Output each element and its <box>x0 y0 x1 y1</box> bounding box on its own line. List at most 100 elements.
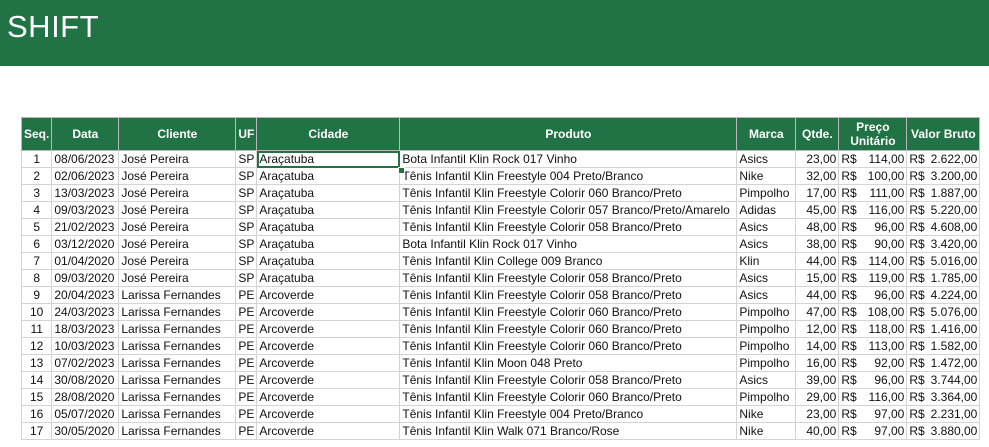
cell-cliente[interactable]: Larissa Fernandes <box>118 303 237 321</box>
cell-seq[interactable]: 6 <box>20 235 53 253</box>
cell-cidade[interactable]: Araçatuba <box>256 218 401 236</box>
cell-valor-bruto[interactable]: R$ 3.880,00 <box>906 422 981 440</box>
cell-uf[interactable]: PE <box>235 371 258 389</box>
cell-marca[interactable]: Asics <box>736 150 797 168</box>
cell-cidade[interactable]: Arcoverde <box>256 286 401 304</box>
cell-cidade[interactable]: Araçatuba <box>256 235 401 253</box>
cell-cliente[interactable]: Larissa Fernandes <box>118 286 237 304</box>
cell-data[interactable]: 05/07/2020 <box>51 405 120 423</box>
cell-cidade[interactable]: Arcoverde <box>256 320 401 338</box>
cell-uf[interactable]: PE <box>235 286 258 304</box>
cell-preco-unitario[interactable]: R$ 114,00 <box>838 150 908 168</box>
cell-cidade[interactable]: Arcoverde <box>256 371 401 389</box>
cell-qtde[interactable]: 32,00 <box>795 167 840 185</box>
cell-preco-unitario[interactable]: R$ 97,00 <box>838 422 908 440</box>
cell-cliente[interactable]: Larissa Fernandes <box>118 337 237 355</box>
cell-produto[interactable]: Tênis Infantil Klin Moon 048 Preto <box>399 354 738 372</box>
cell-cliente[interactable]: Larissa Fernandes <box>118 388 237 406</box>
cell-seq[interactable]: 2 <box>20 167 53 185</box>
cell-uf[interactable]: PE <box>235 422 258 440</box>
cell-marca[interactable]: Asics <box>736 269 797 287</box>
cell-cliente[interactable]: Larissa Fernandes <box>118 405 237 423</box>
cell-data[interactable]: 18/03/2023 <box>51 320 120 338</box>
cell-uf[interactable]: SP <box>235 167 258 185</box>
cell-preco-unitario[interactable]: R$ 116,00 <box>838 388 908 406</box>
cell-cidade[interactable]: Arcoverde <box>256 354 401 372</box>
cell-data[interactable]: 08/06/2023 <box>51 150 120 168</box>
cell-data[interactable]: 13/03/2023 <box>51 184 120 202</box>
cell-cliente[interactable]: José Pereira <box>118 269 237 287</box>
cell-valor-bruto[interactable]: R$ 3.364,00 <box>906 388 981 406</box>
cell-qtde[interactable]: 48,00 <box>795 218 840 236</box>
cell-seq[interactable]: 15 <box>20 388 53 406</box>
column-header-cliente[interactable]: Cliente <box>118 117 237 151</box>
column-header-data[interactable]: Data <box>51 117 120 151</box>
cell-cidade[interactable]: Araçatuba <box>256 201 401 219</box>
cell-preco-unitario[interactable]: R$ 96,00 <box>838 218 908 236</box>
cell-cidade[interactable]: Araçatuba <box>256 167 401 185</box>
cell-seq[interactable]: 12 <box>20 337 53 355</box>
cell-marca[interactable]: Asics <box>736 286 797 304</box>
column-header-qtde[interactable]: Qtde. <box>795 117 840 151</box>
cell-cidade[interactable]: Arcoverde <box>256 405 401 423</box>
cell-produto[interactable]: Tênis Infantil Klin Freestyle Colorir 05… <box>399 201 738 219</box>
cell-preco-unitario[interactable]: R$ 90,00 <box>838 235 908 253</box>
cell-seq[interactable]: 16 <box>20 405 53 423</box>
cell-data[interactable]: 03/12/2020 <box>51 235 120 253</box>
cell-seq[interactable]: 17 <box>20 422 53 440</box>
cell-preco-unitario[interactable]: R$ 118,00 <box>838 320 908 338</box>
cell-seq[interactable]: 9 <box>20 286 53 304</box>
cell-data[interactable]: 30/05/2020 <box>51 422 120 440</box>
cell-cliente[interactable]: José Pereira <box>118 218 237 236</box>
cell-seq[interactable]: 10 <box>20 303 53 321</box>
column-header-preco-unitario[interactable]: Preço Unitário <box>838 117 908 151</box>
cell-uf[interactable]: PE <box>235 354 258 372</box>
cell-cliente[interactable]: Larissa Fernandes <box>118 354 237 372</box>
cell-preco-unitario[interactable]: R$ 100,00 <box>838 167 908 185</box>
cell-qtde[interactable]: 47,00 <box>795 303 840 321</box>
cell-marca[interactable]: Nike <box>736 167 797 185</box>
cell-valor-bruto[interactable]: R$ 3.200,00 <box>906 167 981 185</box>
cell-preco-unitario[interactable]: R$ 114,00 <box>838 252 908 270</box>
cell-preco-unitario[interactable]: R$ 116,00 <box>838 201 908 219</box>
cell-seq[interactable]: 3 <box>20 184 53 202</box>
cell-cliente[interactable]: José Pereira <box>118 167 237 185</box>
cell-preco-unitario[interactable]: R$ 96,00 <box>838 286 908 304</box>
cell-seq[interactable]: 7 <box>20 252 53 270</box>
cell-qtde[interactable]: 45,00 <box>795 201 840 219</box>
cell-produto[interactable]: Tênis Infantil Klin Freestyle 004 Preto/… <box>399 405 738 423</box>
cell-preco-unitario[interactable]: R$ 119,00 <box>838 269 908 287</box>
cell-uf[interactable]: SP <box>235 201 258 219</box>
cell-produto[interactable]: Tênis Infantil Klin Freestyle Colorir 05… <box>399 218 738 236</box>
column-header-marca[interactable]: Marca <box>736 117 797 151</box>
cell-seq[interactable]: 11 <box>20 320 53 338</box>
fill-handle[interactable] <box>398 167 405 174</box>
cell-preco-unitario[interactable]: R$ 113,00 <box>838 337 908 355</box>
cell-qtde[interactable]: 23,00 <box>795 150 840 168</box>
cell-data[interactable]: 09/03/2020 <box>51 269 120 287</box>
cell-produto[interactable]: Bota Infantil Klin Rock 017 Vinho <box>399 235 738 253</box>
cell-data[interactable]: 30/08/2020 <box>51 371 120 389</box>
cell-seq[interactable]: 8 <box>20 269 53 287</box>
cell-cliente[interactable]: José Pereira <box>118 235 237 253</box>
cell-data[interactable]: 02/06/2023 <box>51 167 120 185</box>
cell-produto[interactable]: Tênis Infantil Klin Freestyle Colorir 06… <box>399 303 738 321</box>
cell-qtde[interactable]: 23,00 <box>795 405 840 423</box>
cell-produto[interactable]: Tênis Infantil Klin Freestyle Colorir 06… <box>399 337 738 355</box>
cell-seq[interactable]: 4 <box>20 201 53 219</box>
cell-preco-unitario[interactable]: R$ 111,00 <box>838 184 908 202</box>
column-header-valor-bruto[interactable]: Valor Bruto <box>906 117 981 151</box>
cell-marca[interactable]: Pimpolho <box>736 388 797 406</box>
cell-qtde[interactable]: 14,00 <box>795 337 840 355</box>
cell-uf[interactable]: PE <box>235 388 258 406</box>
cell-valor-bruto[interactable]: R$ 3.420,00 <box>906 235 981 253</box>
cell-qtde[interactable]: 38,00 <box>795 235 840 253</box>
cell-valor-bruto[interactable]: R$ 1.582,00 <box>906 337 981 355</box>
cell-cliente[interactable]: José Pereira <box>118 252 237 270</box>
cell-preco-unitario[interactable]: R$ 108,00 <box>838 303 908 321</box>
cell-data[interactable]: 09/03/2023 <box>51 201 120 219</box>
cell-cliente[interactable]: Larissa Fernandes <box>118 320 237 338</box>
cell-preco-unitario[interactable]: R$ 97,00 <box>838 405 908 423</box>
cell-marca[interactable]: Klin <box>736 252 797 270</box>
cell-data[interactable]: 07/02/2023 <box>51 354 120 372</box>
